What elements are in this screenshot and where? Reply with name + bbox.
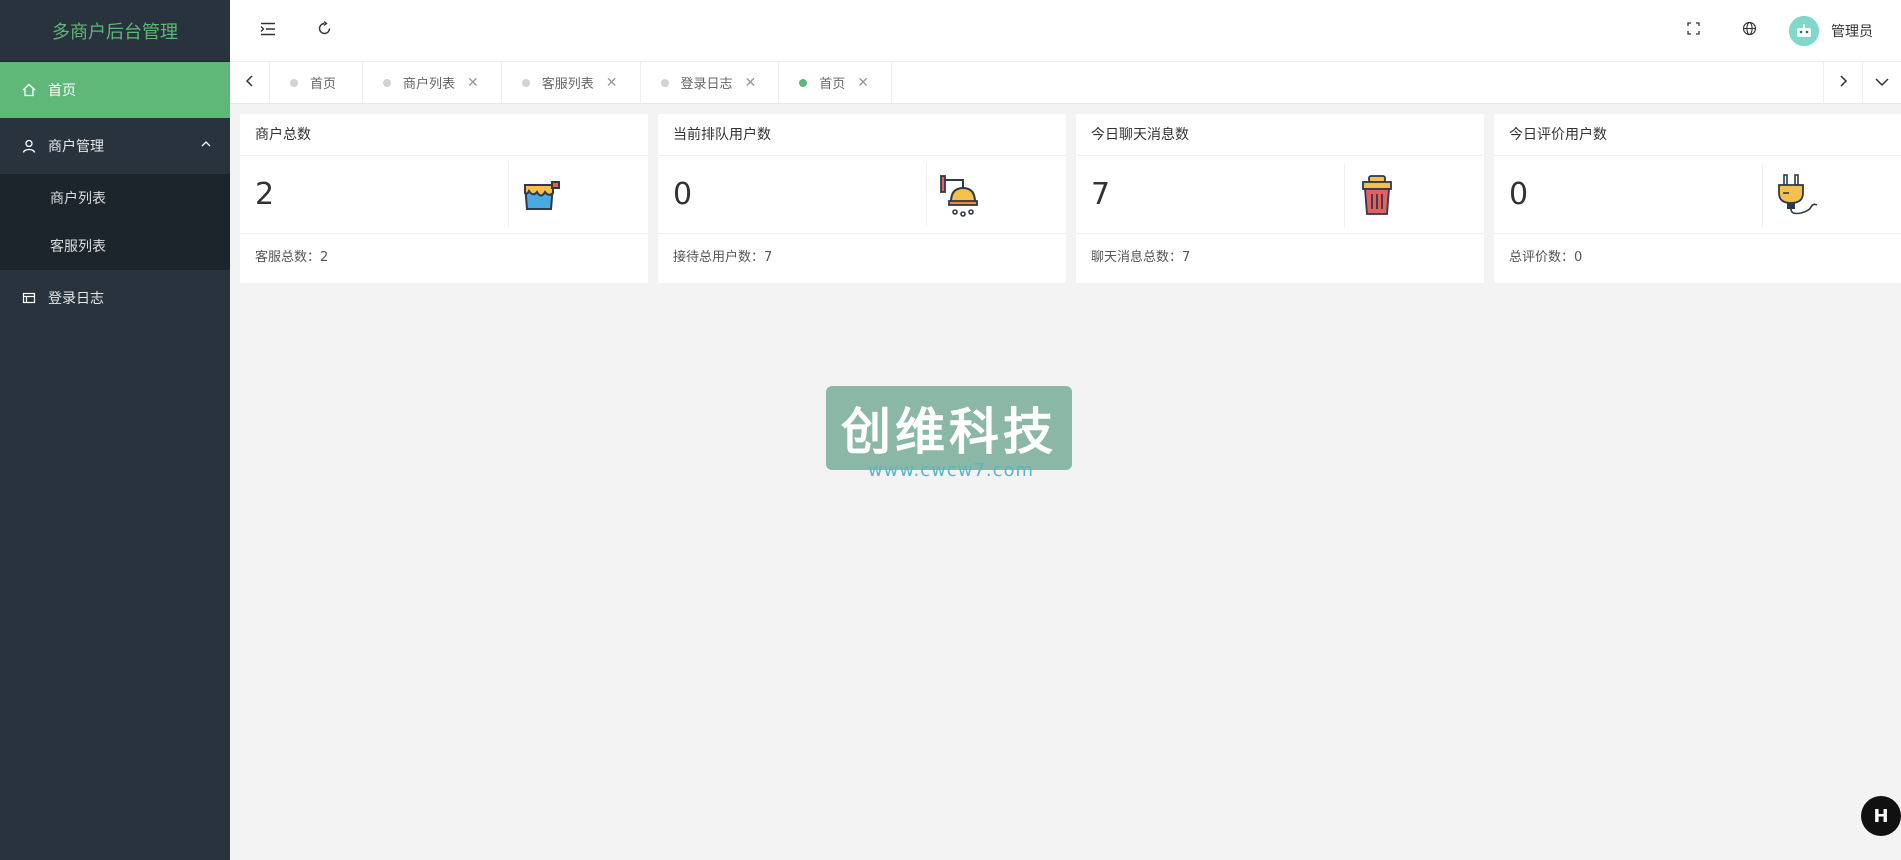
tabs-list: 首页 商户列表 ✕ 客服列表 ✕ 登录日志 ✕ 首页 ✕ bbox=[270, 62, 1823, 103]
card-footer: 总评价数：0 bbox=[1509, 250, 1583, 265]
tab-label: 登录日志 bbox=[680, 77, 733, 92]
submenu-merchant-management: 商户列表 客服列表 bbox=[0, 174, 230, 270]
tabs-scroll-left-button[interactable] bbox=[230, 62, 270, 103]
tab-label: 首页 bbox=[819, 77, 846, 92]
close-icon[interactable]: ✕ bbox=[745, 75, 757, 91]
tab-label: 首页 bbox=[310, 77, 337, 92]
stats-cards: 商户总数 2 客服总数：2 当前排队用户数 0 接待总用户数：7 今日聊天消息数… bbox=[240, 114, 1901, 283]
user-menu[interactable]: 管理员 bbox=[1777, 15, 1901, 46]
card-footer: 聊天消息总数：7 bbox=[1091, 250, 1191, 265]
user-name: 管理员 bbox=[1831, 23, 1873, 40]
card-value: 0 bbox=[673, 177, 693, 212]
stat-card-reviews: 今日评价用户数 0 总评价数：0 bbox=[1494, 114, 1901, 283]
tab-dot bbox=[290, 78, 298, 87]
card-value: 7 bbox=[1091, 177, 1111, 212]
top-header: 管理员 bbox=[230, 0, 1901, 62]
fullscreen-button[interactable] bbox=[1665, 0, 1721, 62]
sidebar-item-label: 首页 bbox=[48, 83, 76, 99]
sidebar-item-login-log[interactable]: 登录日志 bbox=[0, 270, 230, 326]
sidebar-item-merchant-list[interactable]: 商户列表 bbox=[0, 174, 230, 222]
watermark-title: 创维科技 bbox=[841, 403, 1057, 461]
card-title: 今日评价用户数 bbox=[1494, 114, 1901, 156]
tab-label: 商户列表 bbox=[403, 77, 456, 92]
card-title: 当前排队用户数 bbox=[658, 114, 1066, 156]
card-value: 2 bbox=[255, 177, 275, 212]
sidebar-item-label: 登录日志 bbox=[48, 291, 104, 307]
chevron-down-icon bbox=[1875, 75, 1889, 91]
trash-icon bbox=[1344, 162, 1484, 227]
avatar bbox=[1789, 15, 1819, 46]
shower-icon bbox=[926, 162, 1066, 227]
close-icon[interactable]: ✕ bbox=[467, 75, 479, 91]
chevron-up-icon bbox=[200, 138, 212, 154]
log-icon bbox=[20, 289, 38, 307]
close-icon[interactable]: ✕ bbox=[606, 75, 618, 91]
refresh-icon bbox=[317, 20, 332, 40]
stat-card-queue: 当前排队用户数 0 接待总用户数：7 bbox=[658, 114, 1066, 283]
sidebar-item-support-list[interactable]: 客服列表 bbox=[0, 222, 230, 270]
tab-support-list[interactable]: 客服列表 ✕ bbox=[502, 62, 641, 103]
tabs-scroll-right-button[interactable] bbox=[1823, 62, 1863, 103]
card-value: 0 bbox=[1509, 177, 1529, 212]
app-title: 多商户后台管理 bbox=[0, 0, 230, 62]
badge-label: H bbox=[1873, 805, 1889, 827]
watermark-logo: 创维科技 www.cwcw7.com bbox=[826, 386, 1076, 496]
card-title: 商户总数 bbox=[240, 114, 648, 156]
chevron-left-icon bbox=[245, 74, 255, 91]
stat-card-messages: 今日聊天消息数 7 聊天消息总数：7 bbox=[1076, 114, 1484, 283]
menu-fold-button[interactable] bbox=[240, 0, 296, 62]
globe-icon bbox=[1742, 21, 1757, 40]
refresh-button[interactable] bbox=[296, 0, 352, 62]
tab-home-active[interactable]: 首页 ✕ bbox=[779, 62, 893, 103]
user-icon bbox=[20, 137, 38, 155]
sidebar: 多商户后台管理 首页 商户管理 商户列表 客服列表 登录日志 bbox=[0, 0, 230, 860]
tab-home[interactable]: 首页 bbox=[270, 62, 364, 103]
card-title: 今日聊天消息数 bbox=[1076, 114, 1484, 156]
tab-dot bbox=[521, 78, 530, 87]
tab-dot bbox=[799, 78, 808, 87]
plug-icon bbox=[1762, 162, 1901, 227]
tab-merchant-list[interactable]: 商户列表 ✕ bbox=[363, 62, 502, 103]
chevron-right-icon bbox=[1838, 74, 1848, 91]
menu-fold-icon bbox=[260, 22, 276, 40]
tab-dot bbox=[383, 78, 392, 87]
close-icon[interactable]: ✕ bbox=[857, 75, 869, 91]
stat-card-merchants: 商户总数 2 客服总数：2 bbox=[240, 114, 648, 283]
sidebar-item-home[interactable]: 首页 bbox=[0, 62, 230, 118]
card-footer: 客服总数：2 bbox=[255, 250, 329, 265]
sidebar-item-label: 商户管理 bbox=[48, 139, 104, 155]
home-icon bbox=[20, 81, 38, 99]
language-button[interactable] bbox=[1721, 0, 1777, 62]
tab-login-log[interactable]: 登录日志 ✕ bbox=[641, 62, 780, 103]
tabs-dropdown-button[interactable] bbox=[1863, 62, 1901, 103]
bucket-icon bbox=[508, 162, 648, 227]
tab-label: 客服列表 bbox=[541, 77, 594, 92]
card-footer: 接待总用户数：7 bbox=[673, 250, 773, 265]
tabs-bar: 首页 商户列表 ✕ 客服列表 ✕ 登录日志 ✕ 首页 ✕ bbox=[230, 62, 1901, 104]
floating-helper-button[interactable]: H bbox=[1861, 796, 1901, 836]
tab-dot bbox=[660, 78, 669, 87]
fullscreen-icon bbox=[1686, 22, 1700, 39]
sidebar-item-merchant-management[interactable]: 商户管理 bbox=[0, 118, 230, 174]
